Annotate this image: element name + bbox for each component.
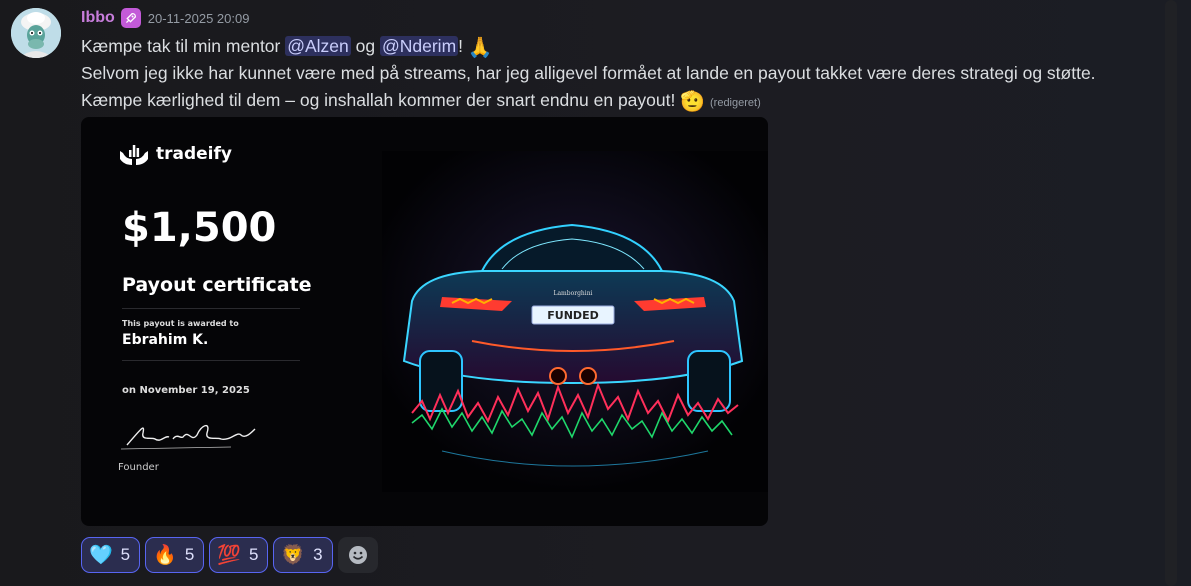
payout-amount: $1,500 (122, 205, 277, 251)
certificate-date: on November 19, 2025 (122, 385, 250, 396)
reaction-count: 5 (248, 545, 259, 564)
car-badge: Lamborghini (554, 290, 593, 297)
founder-signature (120, 415, 261, 459)
timestamp: 20-11-2025 20:09 (147, 10, 250, 26)
message-line-1: Kæmpe tak til min mentor @Alzen og @Nder… (81, 33, 1141, 60)
certificate-title: Payout certificate (122, 274, 312, 296)
avatar[interactable] (11, 8, 61, 58)
reaction-count: 5 (184, 545, 195, 564)
message-header: Ibbo 20-11-2025 20:09 (81, 6, 249, 30)
reactions-bar: 🩵 5 🔥 5 💯 5 🦁 3 (81, 537, 378, 573)
pray-emoji[interactable]: 🙏 (468, 38, 493, 58)
message-line-2: Selvom jeg ikke har kunnet være med på s… (81, 60, 1141, 117)
mention-nderim[interactable]: @Nderim (379, 36, 459, 56)
neon-car-illustration: Lamborghini FUNDED (382, 151, 768, 492)
hundred-points-icon: 💯 (217, 543, 241, 566)
scrollbar[interactable] (1165, 0, 1177, 586)
reaction-hundred[interactable]: 💯 5 (209, 537, 269, 573)
recipient-name: Ebrahim K. (122, 332, 209, 348)
smiley-icon (348, 546, 367, 564)
message-text: og (350, 36, 380, 56)
message-container: Ibbo 20-11-2025 20:09 Kæmpe tak til min … (0, 0, 1191, 586)
tradeify-logo: tradeify (118, 141, 232, 167)
edited-label: (redigeret) (710, 97, 761, 109)
reaction-lion[interactable]: 🦁 3 (273, 537, 333, 573)
mention-alzen[interactable]: @Alzen (285, 36, 351, 56)
username[interactable]: Ibbo (81, 9, 115, 27)
payout-certificate-image[interactable]: tradeify $1,500 Payout certificate This … (81, 117, 768, 526)
founder-label: Founder (118, 462, 159, 473)
add-reaction-button[interactable] (337, 537, 378, 573)
awarded-label: This payout is awarded to (122, 319, 239, 328)
message-text: Kæmpe tak til min mentor (81, 36, 286, 56)
salute-emoji[interactable]: 🫡 (680, 92, 705, 112)
reaction-count: 5 (120, 545, 131, 564)
divider (122, 360, 300, 361)
message-content: Kæmpe tak til min mentor @Alzen og @Nder… (81, 33, 1141, 117)
reaction-light-blue-heart[interactable]: 🩵 5 (81, 537, 141, 573)
reaction-fire[interactable]: 🔥 5 (145, 537, 205, 573)
hands-logo-icon (120, 145, 148, 165)
divider (122, 308, 300, 309)
message-text: Selvom jeg ikke har kunnet være med på s… (81, 63, 1096, 110)
fire-icon: 🔥 (153, 543, 177, 566)
light-blue-heart-icon: 🩵 (89, 543, 113, 566)
lion-icon: 🦁 (281, 543, 306, 566)
message-text: ! (458, 36, 468, 56)
rocket-icon[interactable] (120, 8, 141, 28)
brand-name: tradeify (156, 144, 232, 164)
license-plate: FUNDED (547, 309, 598, 322)
reaction-count: 3 (313, 545, 323, 564)
